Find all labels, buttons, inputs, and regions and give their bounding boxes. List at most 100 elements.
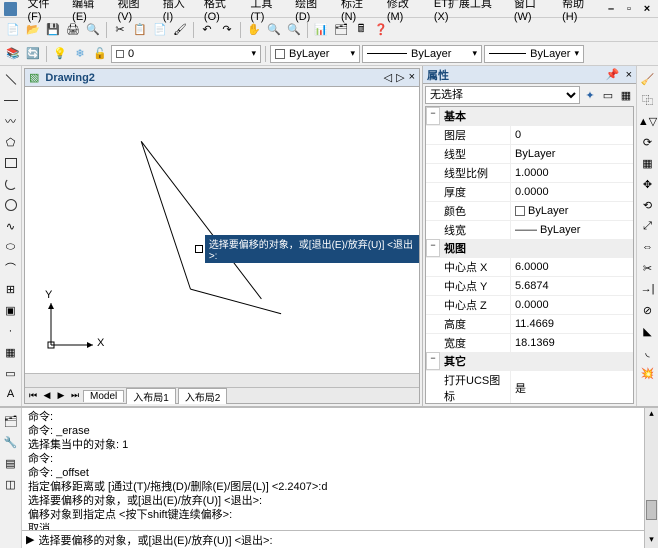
prop-value[interactable]: —— ByLayer xyxy=(510,221,633,239)
restore-icon[interactable]: ▫ xyxy=(622,3,636,15)
break-icon[interactable]: ⊘ xyxy=(639,301,657,319)
preview-icon[interactable]: 🔍 xyxy=(84,21,102,39)
move-icon[interactable]: ✥ xyxy=(639,175,657,193)
extend-icon[interactable]: →| xyxy=(639,280,657,298)
menu-window[interactable]: 窗口(W) xyxy=(510,0,556,24)
copy-obj-icon[interactable]: ⿻ xyxy=(639,91,657,109)
insert-block-icon[interactable]: ⊞ xyxy=(2,280,20,298)
xline-icon[interactable] xyxy=(2,91,20,109)
drawing-tab-label[interactable]: Drawing2 xyxy=(45,72,95,84)
command-scrollbar[interactable]: ▴ ▾ xyxy=(644,408,658,548)
prop-row[interactable]: 线型ByLayer xyxy=(426,144,633,163)
region-icon[interactable]: ▭ xyxy=(2,364,20,382)
menu-help[interactable]: 帮助(H) xyxy=(558,0,602,24)
layer-on-icon[interactable]: 💡 xyxy=(51,45,69,63)
tab-model[interactable]: Model xyxy=(83,390,124,402)
spline-icon[interactable]: ∿ xyxy=(2,217,20,235)
layer-combo[interactable]: 0 ▾ xyxy=(111,45,261,63)
prop-value[interactable]: 1.0000 xyxy=(510,164,633,182)
zoom-prev-icon[interactable]: 🔍 xyxy=(285,21,303,39)
fillet-icon[interactable]: ◟ xyxy=(639,343,657,361)
prop-value[interactable]: 18.1369 xyxy=(510,334,633,352)
tab-first-icon[interactable]: ⏮ xyxy=(27,390,39,401)
zoom-icon[interactable]: 🔍 xyxy=(265,21,283,39)
chamfer-icon[interactable]: ◣ xyxy=(639,322,657,340)
tab-layout1[interactable]: 入布局1 xyxy=(126,388,176,404)
mirror-icon[interactable]: ▲▽ xyxy=(639,112,657,130)
undo-icon[interactable]: ↶ xyxy=(198,21,216,39)
props-icon[interactable]: 📊 xyxy=(312,21,330,39)
prop-value[interactable]: 0 xyxy=(510,126,633,144)
prop-row[interactable]: 颜色ByLayer xyxy=(426,201,633,220)
circle-icon[interactable] xyxy=(2,196,20,214)
command-history[interactable]: 命令:命令: _erase选择集当中的对象: 1命令:命令: _offset指定… xyxy=(22,408,644,530)
tab-next-icon[interactable]: ▶ xyxy=(55,390,67,401)
collapse-icon[interactable]: − xyxy=(426,352,440,370)
rectangle-icon[interactable] xyxy=(2,154,20,172)
tab-last-icon[interactable]: ⏭ xyxy=(69,390,81,401)
prop-value[interactable]: 6.0000 xyxy=(510,258,633,276)
erase-icon[interactable]: 🧹 xyxy=(639,70,657,88)
cmd-tool-4-icon[interactable]: ◫ xyxy=(2,475,20,493)
tab-prev-icon[interactable]: ◁ xyxy=(384,71,392,84)
help-icon[interactable]: ❓ xyxy=(372,21,390,39)
redo-icon[interactable]: ↷ xyxy=(218,21,236,39)
prop-row[interactable]: 中心点 Y5.6874 xyxy=(426,276,633,295)
layer-lock-icon[interactable]: 🔓 xyxy=(91,45,109,63)
new-icon[interactable]: 📄 xyxy=(4,21,22,39)
panel-close-icon[interactable]: × xyxy=(626,69,632,81)
prop-row[interactable]: 线型比例1.0000 xyxy=(426,163,633,182)
cut-icon[interactable]: ✂ xyxy=(111,21,129,39)
scroll-track[interactable] xyxy=(645,422,658,534)
tab-next-icon[interactable]: ▷ xyxy=(396,71,404,84)
linetype-combo[interactable]: ByLayer ▾ xyxy=(362,45,482,63)
polygon-icon[interactable]: ⬠ xyxy=(2,133,20,151)
lineweight-combo[interactable]: ByLayer ▾ xyxy=(484,45,584,63)
close-icon[interactable]: × xyxy=(640,3,654,15)
scroll-down-icon[interactable]: ▾ xyxy=(645,534,658,548)
collapse-icon[interactable]: − xyxy=(426,239,440,257)
offset-icon[interactable]: ⟳ xyxy=(639,133,657,151)
horizontal-scrollbar[interactable] xyxy=(25,373,419,387)
layer-manager-icon[interactable]: 📚 xyxy=(4,45,22,63)
prop-category[interactable]: −其它 xyxy=(426,352,633,370)
arc-icon[interactable] xyxy=(2,175,20,193)
color-combo[interactable]: ByLayer ▾ xyxy=(270,45,360,63)
selection-combo[interactable]: 无选择 xyxy=(425,86,580,104)
make-block-icon[interactable]: ▣ xyxy=(2,301,20,319)
prop-category[interactable]: −基本 xyxy=(426,107,633,125)
trim-icon[interactable]: ✂ xyxy=(639,259,657,277)
explode-icon[interactable]: 💥 xyxy=(639,364,657,382)
polyline-icon[interactable]: 〰 xyxy=(2,112,20,130)
properties-grid[interactable]: −基本图层0线型ByLayer线型比例1.0000厚度0.0000颜色ByLay… xyxy=(425,106,634,404)
command-input-line[interactable]: ▶ 选择要偏移的对象，或[退出(E)/放弃(U)] <退出>: xyxy=(22,530,644,548)
ellipse-arc-icon[interactable]: ⌒ xyxy=(2,259,20,277)
text-icon[interactable]: A xyxy=(2,385,20,403)
scale-icon[interactable]: ⤢ xyxy=(639,217,657,235)
prop-category[interactable]: −视图 xyxy=(426,239,633,257)
quick-select-icon[interactable]: ✦ xyxy=(582,87,598,103)
array-icon[interactable]: ▦ xyxy=(639,154,657,172)
copy-icon[interactable]: 📋 xyxy=(131,21,149,39)
cmd-tool-2-icon[interactable]: 🔧 xyxy=(2,433,20,451)
design-center-icon[interactable]: 🗂 xyxy=(332,21,350,39)
toggle-pickadd-icon[interactable]: ▦ xyxy=(618,87,634,103)
layer-prev-icon[interactable]: 🔄 xyxy=(24,45,42,63)
prop-row[interactable]: 厚度0.0000 xyxy=(426,182,633,201)
panel-pin-icon[interactable]: 📌 xyxy=(606,68,620,81)
hatch-icon[interactable]: ▦ xyxy=(2,343,20,361)
paste-icon[interactable]: 📄 xyxy=(151,21,169,39)
prop-value[interactable]: 5.6874 xyxy=(510,277,633,295)
point-icon[interactable]: · xyxy=(2,322,20,340)
prop-value[interactable]: 0.0000 xyxy=(510,296,633,314)
minimize-icon[interactable]: – xyxy=(604,3,618,15)
prop-row[interactable]: 打开UCS图标是 xyxy=(426,370,633,404)
match-icon[interactable]: 🖌 xyxy=(171,21,189,39)
prop-value[interactable]: 是 xyxy=(510,371,633,404)
prop-value[interactable]: ByLayer xyxy=(510,145,633,163)
prop-row[interactable]: 中心点 X6.0000 xyxy=(426,257,633,276)
tab-close-icon[interactable]: × xyxy=(409,71,415,84)
qcalc-icon[interactable]: 🖩 xyxy=(352,21,370,39)
prop-row[interactable]: 高度11.4669 xyxy=(426,314,633,333)
menu-et[interactable]: ET扩展工具(X) xyxy=(430,0,508,24)
